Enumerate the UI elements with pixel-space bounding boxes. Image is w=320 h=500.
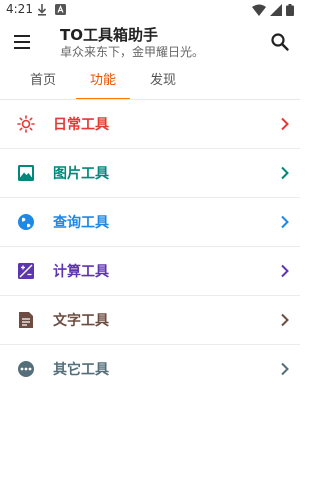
chevron-right-icon — [281, 215, 289, 229]
tool-label: 其它工具 — [53, 362, 109, 378]
status-bar: 4:21 — [0, 0, 300, 20]
app-bar: TO工具箱助手 卓众来东下，金甲耀日光。 — [0, 20, 300, 64]
tool-label: 日常工具 — [53, 117, 109, 133]
tool-label: 图片工具 — [53, 166, 109, 182]
sun-icon — [17, 115, 35, 133]
tool-row-image[interactable]: 图片工具 — [0, 149, 300, 198]
tab-home[interactable]: 首页 — [20, 64, 66, 100]
calculator-icon — [18, 263, 34, 279]
chevron-right-icon — [281, 166, 289, 180]
search-button[interactable] — [268, 30, 292, 54]
battery-icon — [286, 4, 294, 16]
search-icon — [271, 33, 289, 51]
tool-list: 日常工具 图片工具 查询工具 计算工具 文字工具 其它工具 — [0, 100, 300, 393]
tool-row-daily[interactable]: 日常工具 — [0, 100, 300, 149]
tool-label: 文字工具 — [53, 313, 109, 329]
app-notification-icon — [55, 4, 66, 15]
wifi-icon — [252, 4, 266, 16]
globe-icon — [18, 214, 34, 230]
download-icon — [37, 4, 47, 16]
tab-discover[interactable]: 发现 — [140, 64, 186, 100]
more-icon — [18, 361, 34, 377]
tool-label: 计算工具 — [53, 264, 109, 280]
menu-icon-bar — [14, 47, 30, 49]
chevron-right-icon — [281, 264, 289, 278]
tool-row-calculate[interactable]: 计算工具 — [0, 247, 300, 296]
menu-icon-bar — [14, 41, 30, 43]
app-subtitle: 卓众来东下，金甲耀日光。 — [60, 45, 205, 59]
status-time: 4:21 — [6, 2, 33, 16]
chevron-right-icon — [281, 117, 289, 131]
status-left-icons — [37, 4, 66, 16]
tool-row-text[interactable]: 文字工具 — [0, 296, 300, 345]
tool-row-other[interactable]: 其它工具 — [0, 345, 300, 393]
status-right-icons — [252, 4, 294, 16]
menu-button[interactable] — [10, 30, 34, 54]
chevron-right-icon — [281, 313, 289, 327]
signal-icon — [270, 4, 282, 16]
tool-row-query[interactable]: 查询工具 — [0, 198, 300, 247]
image-icon — [18, 165, 34, 181]
app-title: TO工具箱助手 — [60, 26, 158, 44]
document-icon — [19, 312, 33, 328]
tool-label: 查询工具 — [53, 215, 109, 231]
tab-bar: 首页 功能 发现 — [0, 64, 300, 100]
tab-functions[interactable]: 功能 — [80, 64, 126, 100]
menu-icon-bar — [14, 35, 30, 37]
chevron-right-icon — [281, 362, 289, 376]
